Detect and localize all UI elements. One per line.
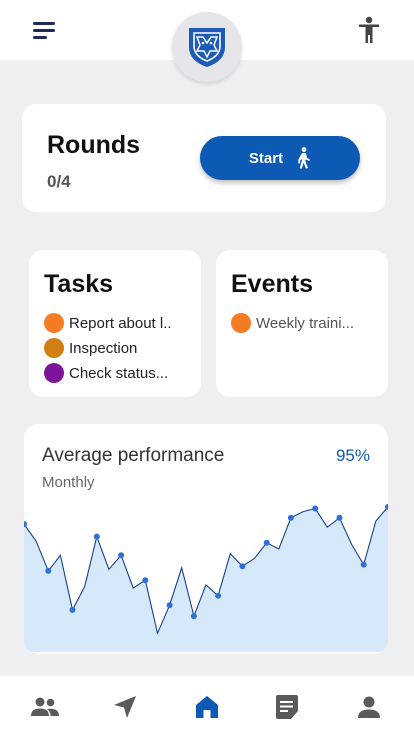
nav-profile[interactable] bbox=[349, 691, 389, 723]
chart-data-point bbox=[263, 539, 270, 546]
event-item[interactable]: Weekly traini... bbox=[231, 312, 354, 334]
chart-data-point bbox=[312, 505, 319, 512]
shield-logo-icon bbox=[189, 28, 225, 67]
chart-area-fill bbox=[24, 506, 388, 652]
tasks-card[interactable]: Tasks Report about l.. Inspection Check … bbox=[29, 250, 201, 397]
chart-data-point bbox=[142, 577, 149, 584]
chart-data-point bbox=[166, 602, 173, 609]
event-item-label: Weekly traini... bbox=[256, 314, 355, 332]
chart-data-point bbox=[190, 613, 197, 620]
performance-card: Average performance Monthly 95% bbox=[24, 424, 388, 654]
accessibility-icon[interactable] bbox=[356, 16, 382, 44]
nav-home[interactable] bbox=[187, 691, 227, 723]
task-status-dot bbox=[44, 338, 64, 358]
chart-data-point bbox=[385, 503, 388, 510]
chart-data-point bbox=[360, 561, 367, 568]
home-icon bbox=[196, 696, 218, 718]
nav-people[interactable] bbox=[25, 691, 65, 723]
task-status-dot bbox=[44, 313, 64, 333]
start-button[interactable]: Start bbox=[200, 136, 360, 180]
task-item[interactable]: Check status... bbox=[44, 362, 168, 384]
people-icon bbox=[31, 697, 59, 716]
events-card[interactable]: Events Weekly traini... bbox=[216, 250, 388, 397]
task-item-label: Check status... bbox=[69, 364, 169, 382]
chart-data-point bbox=[215, 592, 222, 599]
chart-data-point bbox=[93, 533, 100, 540]
events-title: Events bbox=[231, 270, 313, 298]
task-status-dot bbox=[44, 363, 64, 383]
task-item[interactable]: Inspection bbox=[44, 337, 137, 359]
tasks-title: Tasks bbox=[44, 270, 114, 298]
bottom-navigation bbox=[0, 676, 414, 736]
rounds-card: Rounds 0/4 Start bbox=[22, 104, 386, 212]
rounds-count: 0/4 bbox=[47, 172, 71, 191]
task-item-label: Inspection bbox=[69, 339, 138, 357]
rounds-title: Rounds bbox=[47, 131, 141, 159]
app-logo bbox=[172, 12, 242, 82]
chart-data-point bbox=[336, 514, 343, 521]
performance-subtitle: Monthly bbox=[42, 474, 95, 491]
performance-value: 95% bbox=[335, 446, 370, 465]
chart-data-point bbox=[24, 521, 27, 528]
chart-data-point bbox=[239, 563, 246, 570]
nav-documents[interactable] bbox=[267, 691, 307, 723]
chart-data-point bbox=[287, 514, 294, 521]
chart-data-point bbox=[118, 552, 125, 559]
start-button-label: Start bbox=[248, 149, 284, 167]
document-icon bbox=[276, 695, 298, 719]
task-item-label: Report about l.. bbox=[69, 314, 172, 332]
chart-data-point bbox=[45, 567, 52, 574]
chart-data-point bbox=[69, 606, 76, 613]
event-status-dot bbox=[231, 313, 251, 333]
navigation-icon bbox=[114, 696, 136, 718]
performance-title: Average performance bbox=[42, 445, 225, 466]
menu-icon[interactable] bbox=[30, 18, 58, 42]
profile-icon bbox=[358, 696, 380, 718]
task-item[interactable]: Report about l.. bbox=[44, 312, 172, 334]
walking-person-icon bbox=[298, 147, 311, 169]
nav-navigation[interactable] bbox=[105, 691, 145, 723]
